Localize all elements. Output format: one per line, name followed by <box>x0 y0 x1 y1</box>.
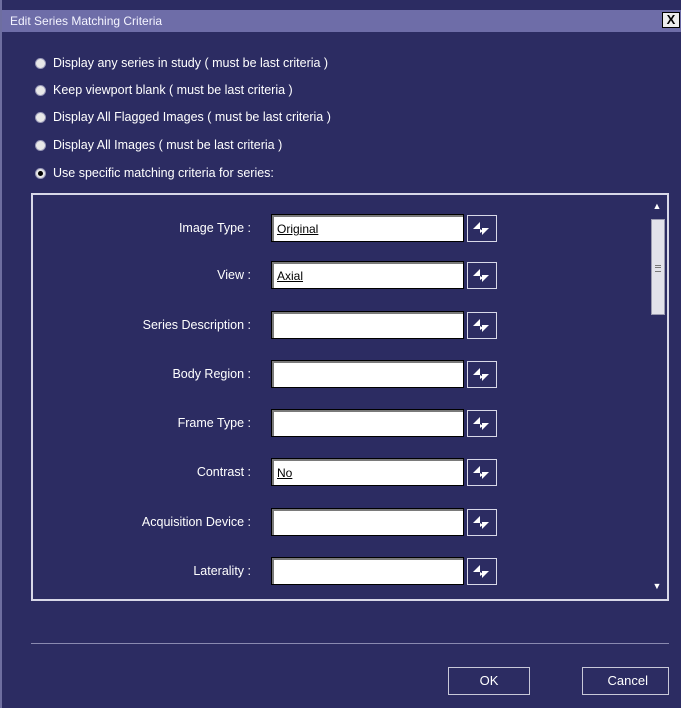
option-label: Display any series in study ( must be la… <box>53 56 329 70</box>
contrast-input[interactable]: No <box>271 458 464 486</box>
option-any-series[interactable]: Display any series in study ( must be la… <box>35 54 328 72</box>
body-region-input[interactable] <box>271 360 464 388</box>
option-specific-criteria[interactable]: Use specific matching criteria for serie… <box>35 164 274 182</box>
field-frame-type: Frame Type : <box>33 409 633 437</box>
scroll-thumb[interactable] <box>651 219 665 315</box>
field-label: Series Description : <box>142 318 251 332</box>
radio-button[interactable] <box>35 111 46 123</box>
scroll-up-icon[interactable]: ▲ <box>649 199 665 213</box>
dialog-title: Edit Series Matching Criteria <box>10 14 163 28</box>
cancel-button[interactable]: Cancel <box>582 667 669 695</box>
radio-button[interactable] <box>35 139 46 151</box>
image-type-picker-button[interactable] <box>467 215 497 242</box>
series-description-picker-button[interactable] <box>467 312 497 339</box>
radio-button[interactable] <box>35 57 46 69</box>
field-label: Contrast : <box>196 465 251 479</box>
vertical-scrollbar[interactable]: ▲ ▼ <box>649 197 665 597</box>
option-all-images[interactable]: Display All Images ( must be last criter… <box>35 136 282 154</box>
title-bar: Edit Series Matching Criteria X <box>2 10 681 32</box>
laterality-input[interactable] <box>271 557 464 585</box>
close-button[interactable]: X <box>662 12 680 28</box>
image-type-input[interactable]: Original <box>271 214 464 242</box>
scroll-down-icon[interactable]: ▼ <box>649 579 665 593</box>
edit-series-dialog: Edit Series Matching Criteria X Display … <box>0 0 681 708</box>
divider <box>31 643 669 644</box>
grip-icon <box>655 265 661 272</box>
expand-arrows-icon <box>473 417 489 430</box>
field-acquisition-device: Acquisition Device : <box>33 508 633 536</box>
field-contrast: Contrast : No <box>33 458 633 486</box>
field-label: Laterality : <box>193 564 251 578</box>
body-region-picker-button[interactable] <box>467 361 497 388</box>
expand-arrows-icon <box>473 516 489 529</box>
criteria-panel: Image Type : Original View : Axial Serie… <box>31 193 669 601</box>
series-description-input[interactable] <box>271 311 464 339</box>
radio-button[interactable] <box>35 84 46 96</box>
field-body-region: Body Region : <box>33 360 633 388</box>
option-label: Display All Flagged Images ( must be las… <box>53 110 331 124</box>
field-label: Body Region : <box>172 367 251 381</box>
option-label: Keep viewport blank ( must be last crite… <box>53 83 293 97</box>
option-label: Use specific matching criteria for serie… <box>53 166 274 180</box>
field-image-type: Image Type : Original <box>33 214 633 242</box>
view-picker-button[interactable] <box>467 262 497 289</box>
field-view: View : Axial <box>33 261 633 289</box>
expand-arrows-icon <box>473 466 489 479</box>
expand-arrows-icon <box>473 565 489 578</box>
expand-arrows-icon <box>473 269 489 282</box>
contrast-picker-button[interactable] <box>467 459 497 486</box>
field-label: Acquisition Device : <box>141 515 251 529</box>
field-label: View : <box>217 268 251 282</box>
laterality-picker-button[interactable] <box>467 558 497 585</box>
ok-button[interactable]: OK <box>448 667 530 695</box>
option-label: Display All Images ( must be last criter… <box>53 138 283 152</box>
expand-arrows-icon <box>473 319 489 332</box>
expand-arrows-icon <box>473 368 489 381</box>
frame-type-input[interactable] <box>271 409 464 437</box>
field-label: Frame Type : <box>177 416 251 430</box>
frame-type-picker-button[interactable] <box>467 410 497 437</box>
field-series-description: Series Description : <box>33 311 633 339</box>
option-keep-blank[interactable]: Keep viewport blank ( must be last crite… <box>35 81 293 99</box>
acquisition-device-picker-button[interactable] <box>467 509 497 536</box>
option-flagged-images[interactable]: Display All Flagged Images ( must be las… <box>35 108 331 126</box>
view-input[interactable]: Axial <box>271 261 464 289</box>
acquisition-device-input[interactable] <box>271 508 464 536</box>
field-laterality: Laterality : <box>33 557 633 585</box>
expand-arrows-icon <box>473 222 489 235</box>
radio-button-selected[interactable] <box>35 167 46 179</box>
field-label: Image Type : <box>178 221 251 235</box>
close-icon: X <box>666 12 676 27</box>
